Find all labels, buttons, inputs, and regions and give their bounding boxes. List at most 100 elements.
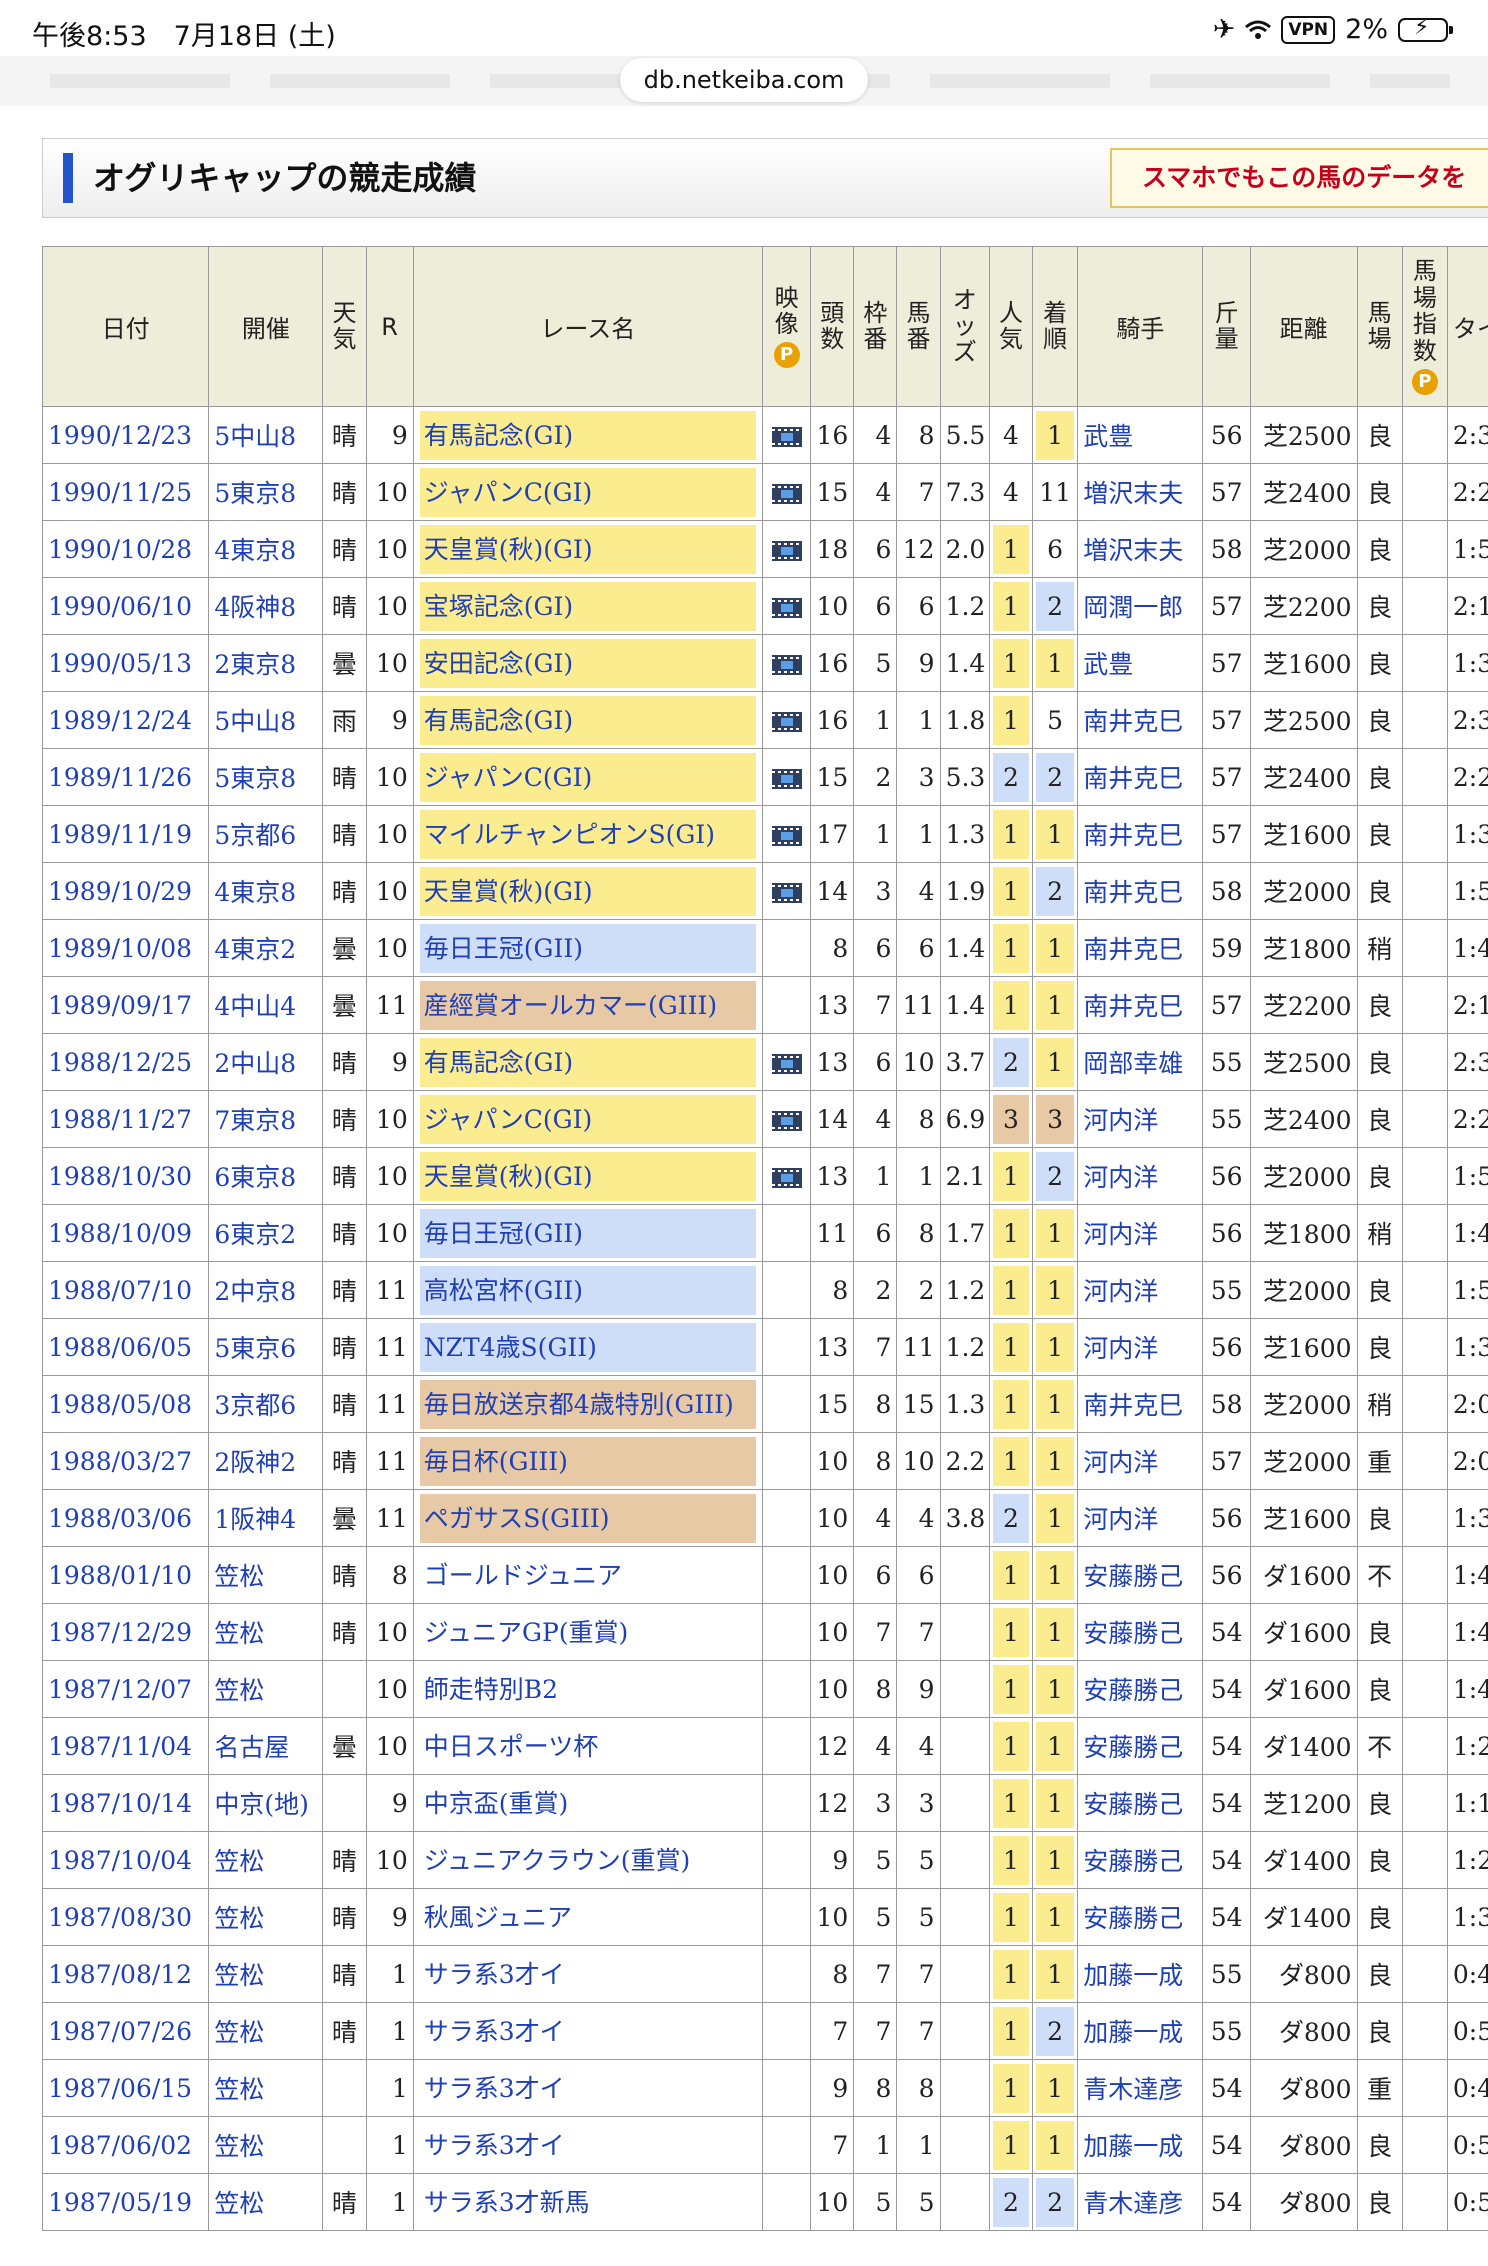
race-date-link[interactable]: 1987/06/02 xyxy=(42,2116,210,2174)
race-name-link[interactable]: ジャパンC(GI) xyxy=(419,752,756,802)
video-film-icon[interactable] xyxy=(771,541,802,561)
venue-link[interactable]: 1阪神4 xyxy=(208,1489,324,1547)
video-film-icon[interactable] xyxy=(771,1168,802,1188)
race-name-link[interactable]: 産經賞オールカマー(GIII) xyxy=(419,980,756,1030)
race-date-link[interactable]: 1987/12/07 xyxy=(42,1660,210,1718)
video-film-icon[interactable] xyxy=(771,484,802,504)
race-name-link[interactable]: 有馬記念(GI) xyxy=(419,695,756,745)
video-cell[interactable] xyxy=(761,577,812,635)
url-bar[interactable]: db.netkeiba.com xyxy=(620,58,868,102)
race-name-link[interactable]: 秋風ジュニア xyxy=(420,1893,756,1942)
venue-link[interactable]: 笠松 xyxy=(208,1888,324,1946)
race-name-link[interactable]: 天皇賞(秋)(GI) xyxy=(419,1151,756,1201)
race-name-link[interactable]: サラ系3才イ xyxy=(420,2007,756,2056)
video-cell[interactable] xyxy=(761,1090,812,1148)
venue-link[interactable]: 5中山8 xyxy=(208,691,324,749)
race-name-link[interactable]: サラ系3才イ xyxy=(420,1950,756,1999)
race-date-link[interactable]: 1987/10/14 xyxy=(42,1774,210,1832)
venue-link[interactable]: 5東京6 xyxy=(208,1318,324,1376)
video-film-icon[interactable] xyxy=(771,655,802,675)
race-date-link[interactable]: 1989/12/24 xyxy=(42,691,210,749)
jockey-link[interactable]: 加藤一成 xyxy=(1077,2116,1204,2174)
venue-link[interactable]: 5中山8 xyxy=(208,406,324,464)
jockey-link[interactable]: 武豊 xyxy=(1077,406,1204,464)
race-name-link[interactable]: 毎日王冠(GII) xyxy=(419,1208,756,1258)
jockey-link[interactable]: 南井克巳 xyxy=(1077,976,1204,1034)
video-cell[interactable] xyxy=(761,748,812,806)
race-date-link[interactable]: 1988/11/27 xyxy=(42,1090,210,1148)
video-cell[interactable] xyxy=(761,862,812,920)
race-name-link[interactable]: 高松宮杯(GII) xyxy=(419,1265,756,1315)
race-date-link[interactable]: 1988/03/27 xyxy=(42,1432,210,1490)
race-name-link[interactable]: 師走特別B2 xyxy=(420,1665,756,1714)
venue-link[interactable]: 2阪神2 xyxy=(208,1432,324,1490)
race-date-link[interactable]: 1987/12/29 xyxy=(42,1603,210,1661)
race-date-link[interactable]: 1988/12/25 xyxy=(42,1033,210,1091)
jockey-link[interactable]: 河内洋 xyxy=(1077,1204,1204,1262)
video-film-icon[interactable] xyxy=(771,1054,802,1074)
venue-link[interactable]: 2東京8 xyxy=(208,634,324,692)
video-film-icon[interactable] xyxy=(771,712,802,732)
video-film-icon[interactable] xyxy=(771,598,802,618)
race-name-link[interactable]: ジュニアクラウン(重賞) xyxy=(420,1836,756,1885)
video-cell[interactable] xyxy=(761,406,812,464)
jockey-link[interactable]: 青木達彦 xyxy=(1077,2059,1204,2117)
jockey-link[interactable]: 河内洋 xyxy=(1077,1489,1204,1547)
race-date-link[interactable]: 1988/10/30 xyxy=(42,1147,210,1205)
venue-link[interactable]: 2中京8 xyxy=(208,1261,324,1319)
race-date-link[interactable]: 1989/10/08 xyxy=(42,919,210,977)
race-date-link[interactable]: 1989/11/19 xyxy=(42,805,210,863)
race-date-link[interactable]: 1988/06/05 xyxy=(42,1318,210,1376)
jockey-link[interactable]: 安藤勝己 xyxy=(1077,1774,1204,1832)
race-date-link[interactable]: 1987/11/04 xyxy=(42,1717,210,1775)
jockey-link[interactable]: 武豊 xyxy=(1077,634,1204,692)
venue-link[interactable]: 4東京8 xyxy=(208,520,324,578)
race-date-link[interactable]: 1990/06/10 xyxy=(42,577,210,635)
jockey-link[interactable]: 岡潤一郎 xyxy=(1077,577,1204,635)
jockey-link[interactable]: 青木達彦 xyxy=(1077,2173,1204,2231)
jockey-link[interactable]: 南井克巳 xyxy=(1077,691,1204,749)
jockey-link[interactable]: 南井克巳 xyxy=(1077,1375,1204,1433)
venue-link[interactable]: 笠松 xyxy=(208,1660,324,1718)
race-date-link[interactable]: 1988/01/10 xyxy=(42,1546,210,1604)
video-film-icon[interactable] xyxy=(771,769,802,789)
race-name-link[interactable]: NZT4歳S(GII) xyxy=(419,1322,756,1372)
race-name-link[interactable]: 中日スポーツ杯 xyxy=(420,1722,756,1771)
race-name-link[interactable]: ペガサスS(GIII) xyxy=(419,1493,756,1543)
race-name-link[interactable]: 天皇賞(秋)(GI) xyxy=(419,524,756,574)
race-name-link[interactable]: サラ系3才新馬 xyxy=(420,2178,756,2227)
race-date-link[interactable]: 1989/09/17 xyxy=(42,976,210,1034)
venue-link[interactable]: 笠松 xyxy=(208,1945,324,2003)
race-name-link[interactable]: ジャパンC(GI) xyxy=(419,467,756,517)
video-cell[interactable] xyxy=(761,634,812,692)
video-film-icon[interactable] xyxy=(771,826,802,846)
jockey-link[interactable]: 岡部幸雄 xyxy=(1077,1033,1204,1091)
video-film-icon[interactable] xyxy=(771,1111,802,1131)
venue-link[interactable]: 4東京8 xyxy=(208,862,324,920)
venue-link[interactable]: 名古屋 xyxy=(208,1717,324,1775)
race-date-link[interactable]: 1987/08/30 xyxy=(42,1888,210,1946)
video-cell[interactable] xyxy=(761,1033,812,1091)
race-date-link[interactable]: 1987/07/26 xyxy=(42,2002,210,2060)
race-name-link[interactable]: サラ系3才イ xyxy=(420,2064,756,2113)
race-date-link[interactable]: 1988/07/10 xyxy=(42,1261,210,1319)
race-date-link[interactable]: 1990/11/25 xyxy=(42,463,210,521)
race-date-link[interactable]: 1988/05/08 xyxy=(42,1375,210,1433)
venue-link[interactable]: 4東京2 xyxy=(208,919,324,977)
jockey-link[interactable]: 南井克巳 xyxy=(1077,748,1204,806)
video-cell[interactable] xyxy=(761,691,812,749)
header-date[interactable]: 日付 xyxy=(42,246,210,407)
venue-link[interactable]: 笠松 xyxy=(208,2116,324,2174)
video-cell[interactable] xyxy=(761,1147,812,1205)
jockey-link[interactable]: 増沢末夫 xyxy=(1077,520,1204,578)
video-cell[interactable] xyxy=(761,805,812,863)
race-name-link[interactable]: 中京盃(重賞) xyxy=(420,1779,756,1828)
race-name-link[interactable]: ジャパンC(GI) xyxy=(419,1094,756,1144)
venue-link[interactable]: 4阪神8 xyxy=(208,577,324,635)
venue-link[interactable]: 笠松 xyxy=(208,2173,324,2231)
race-date-link[interactable]: 1987/10/04 xyxy=(42,1831,210,1889)
race-name-link[interactable]: 有馬記念(GI) xyxy=(419,410,756,460)
jockey-link[interactable]: 河内洋 xyxy=(1077,1432,1204,1490)
race-name-link[interactable]: 毎日放送京都4歳特別(GIII) xyxy=(419,1379,756,1429)
jockey-link[interactable]: 加藤一成 xyxy=(1077,2002,1204,2060)
